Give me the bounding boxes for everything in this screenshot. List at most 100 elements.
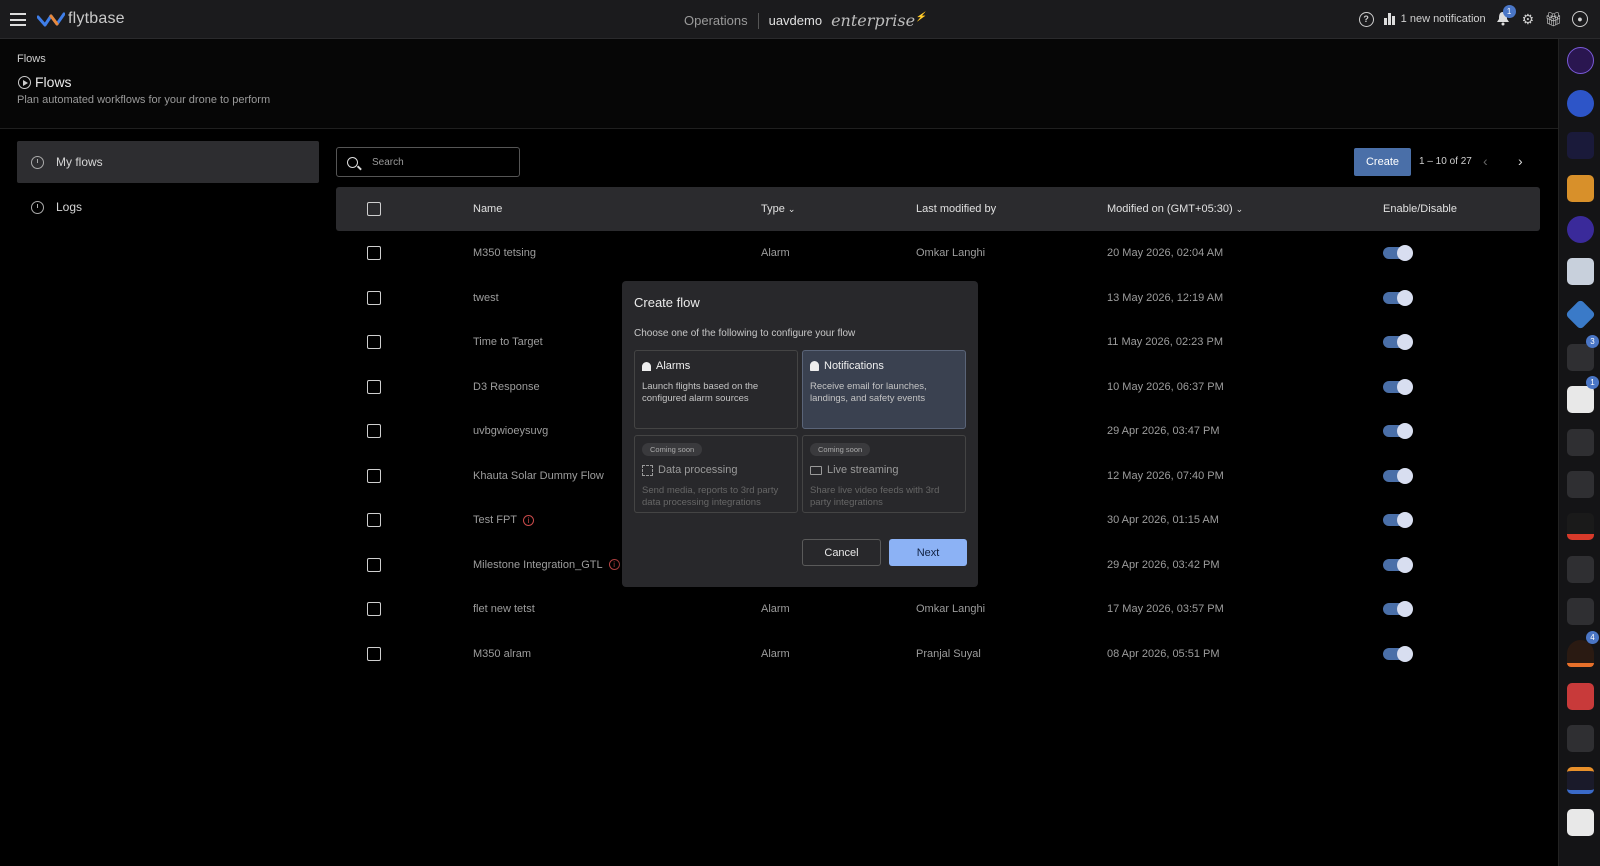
notification-link[interactable]: 1 new notification bbox=[1383, 13, 1486, 25]
option-description: Receive email for launches, landings, an… bbox=[810, 381, 927, 404]
enable-toggle[interactable] bbox=[1383, 601, 1413, 618]
column-header-name[interactable]: Name bbox=[473, 187, 502, 231]
org-name[interactable]: uavdemo bbox=[769, 13, 822, 28]
enable-toggle[interactable] bbox=[1383, 512, 1413, 529]
column-header-modified-by[interactable]: Last modified by bbox=[916, 187, 996, 231]
app-icon-6[interactable] bbox=[1567, 258, 1594, 285]
app-badge: 4 bbox=[1586, 631, 1599, 644]
sidebar-item-logs[interactable]: Logs bbox=[17, 186, 319, 228]
enable-toggle[interactable] bbox=[1383, 467, 1413, 484]
enable-toggle[interactable] bbox=[1383, 378, 1413, 395]
app-icon-15[interactable] bbox=[1567, 640, 1594, 667]
row-checkbox[interactable] bbox=[367, 379, 381, 394]
enable-toggle[interactable] bbox=[1383, 556, 1413, 573]
search-box[interactable] bbox=[336, 147, 520, 177]
history-icon bbox=[31, 200, 44, 214]
flow-name[interactable]: uvbgwioeysuvg bbox=[473, 425, 548, 437]
option-title: Data processing bbox=[658, 464, 738, 476]
notification-badge: 1 bbox=[1502, 5, 1516, 18]
table-row[interactable]: M350 tetsing Alarm Omkar Langhi 20 May 2026… bbox=[336, 231, 1540, 276]
app-icon-7[interactable] bbox=[1565, 299, 1596, 330]
create-button[interactable]: Create bbox=[1354, 148, 1411, 176]
enable-toggle[interactable] bbox=[1383, 334, 1413, 351]
logo[interactable]: flytbase bbox=[37, 9, 125, 29]
flow-name[interactable]: Khauta Solar Dummy Flow bbox=[473, 470, 604, 482]
flow-name[interactable]: D3 Response bbox=[473, 381, 540, 393]
row-checkbox[interactable] bbox=[367, 602, 381, 617]
search-input[interactable] bbox=[372, 156, 502, 168]
info-icon[interactable]: i bbox=[523, 514, 535, 526]
flow-type: Alarm bbox=[761, 247, 790, 260]
siren-icon bbox=[642, 361, 651, 371]
gear-icon[interactable]: ⚙ bbox=[1522, 11, 1535, 27]
row-checkbox[interactable] bbox=[367, 335, 381, 350]
app-icon-11[interactable] bbox=[1567, 471, 1594, 498]
flow-modified-on: 20 May 2026, 02:04 AM bbox=[1107, 247, 1224, 260]
sidebar-item-label: My flows bbox=[56, 155, 103, 169]
chevron-right-icon[interactable]: › bbox=[1518, 154, 1523, 168]
plan-mark-icon: ⚡ bbox=[915, 12, 927, 23]
option-description: Share live video feeds with 3rd party in… bbox=[810, 485, 940, 508]
flow-name[interactable]: M350 alram bbox=[473, 648, 531, 660]
next-button[interactable]: Next bbox=[889, 539, 967, 566]
app-icon-16[interactable] bbox=[1567, 683, 1594, 710]
app-icon-8[interactable] bbox=[1567, 344, 1594, 371]
app-icon-5[interactable] bbox=[1567, 216, 1594, 243]
flow-modified-on: 13 May 2026, 12:19 AM bbox=[1107, 291, 1224, 304]
row-checkbox[interactable] bbox=[367, 290, 381, 305]
dialog-subtitle: Choose one of the following to configure… bbox=[634, 328, 856, 339]
plan-text: enterprise bbox=[831, 11, 916, 30]
app-icon-1[interactable] bbox=[1567, 47, 1594, 74]
flow-name[interactable]: Time to Target bbox=[473, 336, 543, 348]
app-icon-19[interactable] bbox=[1567, 809, 1594, 836]
menu-icon[interactable] bbox=[10, 13, 26, 26]
app-icon-3[interactable] bbox=[1567, 132, 1594, 159]
cancel-button[interactable]: Cancel bbox=[802, 539, 881, 566]
row-checkbox[interactable] bbox=[367, 468, 381, 483]
account-icon[interactable]: ● bbox=[1572, 11, 1588, 27]
row-checkbox[interactable] bbox=[367, 557, 381, 572]
flow-name[interactable]: Test FPT bbox=[473, 514, 517, 526]
help-icon[interactable]: ? bbox=[1358, 11, 1374, 27]
sidebar-item-my-flows[interactable]: My flows bbox=[17, 141, 319, 183]
app-icon-14[interactable] bbox=[1567, 598, 1594, 625]
gift-icon[interactable]: 🎁︎ bbox=[1544, 11, 1562, 27]
row-checkbox[interactable] bbox=[367, 513, 381, 528]
nav-operations[interactable]: Operations bbox=[684, 13, 748, 28]
app-icon-17[interactable] bbox=[1567, 725, 1594, 752]
nav-divider bbox=[757, 12, 759, 29]
flow-name[interactable]: flet new tetst bbox=[473, 603, 535, 615]
app-icon-18[interactable] bbox=[1567, 767, 1594, 794]
enable-toggle[interactable] bbox=[1383, 645, 1413, 662]
enable-toggle[interactable] bbox=[1383, 289, 1413, 306]
row-checkbox[interactable] bbox=[367, 646, 381, 661]
enable-toggle[interactable] bbox=[1383, 245, 1413, 262]
table-row[interactable]: M350 alram Alarm Pranjal Suyal 08 Apr 2026,… bbox=[336, 632, 1540, 677]
table-header: Name Type ⌄ Last modified by Modified on … bbox=[336, 187, 1540, 231]
row-checkbox[interactable] bbox=[367, 424, 381, 439]
app-icon-2[interactable] bbox=[1567, 90, 1594, 117]
chevron-left-icon[interactable]: ‹ bbox=[1483, 154, 1488, 168]
app-icon-10[interactable] bbox=[1567, 429, 1594, 456]
table-row[interactable]: flet new tetst Alarm Omkar Langhi 17 May 20… bbox=[336, 587, 1540, 632]
app-icon-13[interactable] bbox=[1567, 556, 1594, 583]
column-header-modified-on[interactable]: Modified on (GMT+05:30) ⌄ bbox=[1107, 187, 1243, 231]
select-all-checkbox[interactable] bbox=[367, 202, 381, 216]
app-icon-9[interactable] bbox=[1567, 386, 1594, 413]
info-icon[interactable]: i bbox=[608, 559, 620, 571]
column-header-type[interactable]: Type ⌄ bbox=[761, 187, 795, 231]
coming-soon-badge: Coming soon bbox=[642, 443, 703, 456]
page-title-text: Flows bbox=[35, 74, 72, 90]
flow-modified-on: 11 May 2026, 02:23 PM bbox=[1107, 336, 1223, 349]
option-card-alarms[interactable]: Alarms Launch flights based on the confi… bbox=[634, 350, 798, 429]
option-card-notifications[interactable]: Notifications Receive email for launches… bbox=[802, 350, 966, 429]
enable-toggle[interactable] bbox=[1383, 423, 1413, 440]
notification-bell-icon[interactable]: 1 bbox=[1496, 5, 1516, 27]
breadcrumb[interactable]: Flows bbox=[17, 53, 46, 65]
flow-name[interactable]: M350 tetsing bbox=[473, 247, 536, 259]
app-icon-4[interactable] bbox=[1567, 175, 1594, 202]
flow-name[interactable]: twest bbox=[473, 292, 499, 304]
app-icon-12[interactable] bbox=[1567, 513, 1594, 540]
flow-name[interactable]: Milestone Integration_GTL bbox=[473, 559, 603, 571]
row-checkbox[interactable] bbox=[367, 246, 381, 261]
